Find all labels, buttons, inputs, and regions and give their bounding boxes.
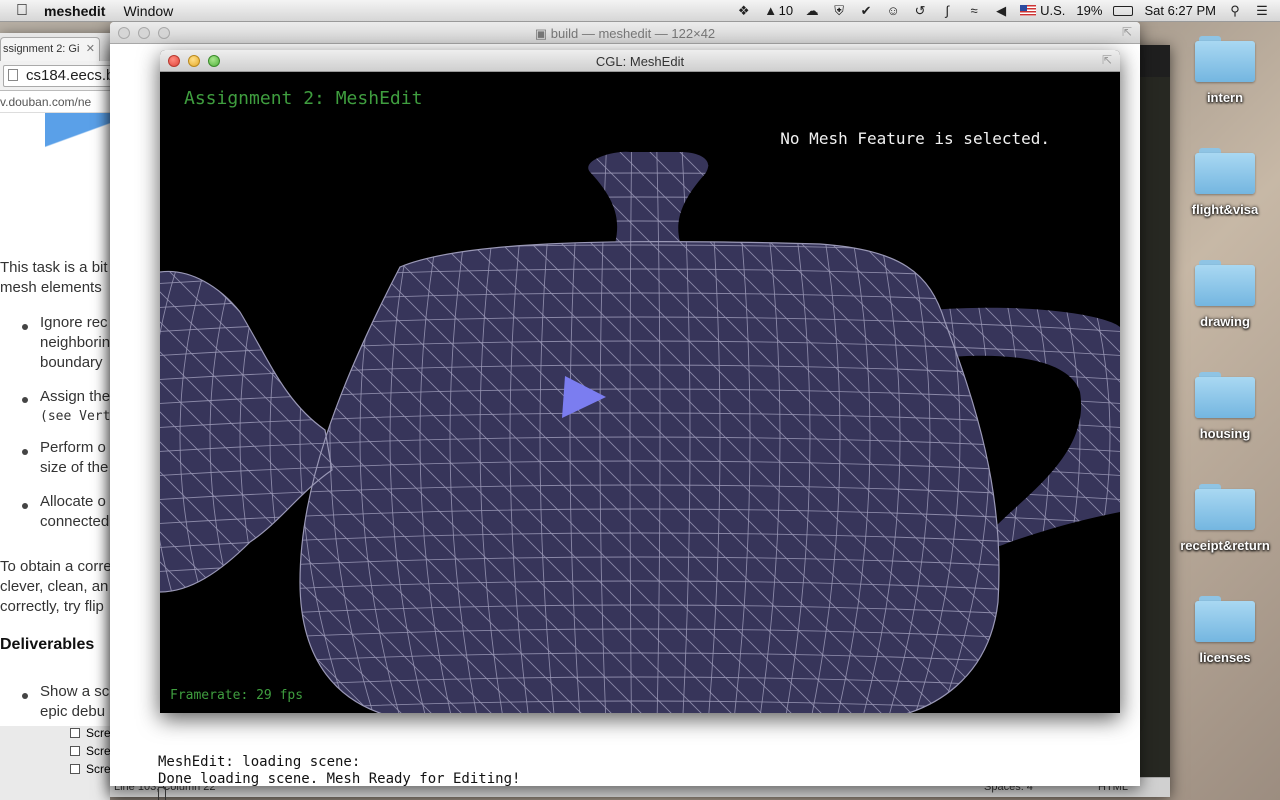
bullet-icon	[22, 324, 28, 330]
file-list: Scre Scre Scre	[0, 726, 111, 800]
meshedit-titlebar[interactable]: CGL: MeshEdit ⇱	[160, 50, 1120, 72]
file-item[interactable]: Scre	[70, 762, 111, 776]
clock[interactable]: Sat 6:27 PM	[1144, 3, 1216, 18]
teapot-mesh[interactable]	[160, 72, 1120, 713]
app-menu[interactable]: meshedit	[44, 3, 105, 19]
wifi-icon[interactable]: ≈	[966, 3, 982, 18]
battery-monitor[interactable]: ▲ 10	[763, 3, 793, 18]
close-tab-icon[interactable]: ✕	[86, 42, 95, 55]
accessibility-icon[interactable]: ☺	[885, 3, 901, 18]
mesh-viewport[interactable]: Assignment 2: MeshEdit No Mesh Feature i…	[160, 72, 1120, 713]
page-icon	[8, 69, 18, 81]
terminal-cursor	[158, 787, 166, 800]
selection-status: No Mesh Feature is selected.	[780, 129, 1050, 148]
meshedit-window: CGL: MeshEdit ⇱ Assignment 2: MeshEdit N…	[160, 50, 1120, 713]
bullet-icon	[22, 449, 28, 455]
shield-icon[interactable]: ⛨	[831, 3, 847, 18]
terminal-line: Done loading scene. Mesh Ready for Editi…	[158, 771, 521, 787]
us-flag-icon	[1020, 5, 1037, 16]
section-heading: Deliverables	[0, 636, 95, 653]
volume-icon[interactable]: ◀	[993, 3, 1009, 18]
menu-bar:  meshedit Window ❖ ▲10 ☁ ⛨ ✔ ☺ ↺ ∫ ≈ ◀ …	[0, 0, 1280, 22]
notification-center-icon[interactable]: ☰	[1254, 3, 1270, 18]
input-source[interactable]: U.S.	[1020, 3, 1065, 18]
folder-drawing[interactable]: drawing	[1170, 260, 1280, 329]
folder-intern[interactable]: intern	[1170, 36, 1280, 105]
terminal-titlebar[interactable]: ▣ build — meshedit — 122×42 ⇱	[110, 22, 1140, 44]
terminal-title: ▣ build — meshedit — 122×42	[534, 26, 716, 41]
minimize-button[interactable]	[138, 27, 150, 39]
zoom-button[interactable]	[158, 27, 170, 39]
browser-tab[interactable]: ssignment 2: Gi ✕	[0, 37, 100, 61]
cloud-icon[interactable]: ☁	[804, 3, 820, 18]
folder-icon	[1195, 260, 1255, 306]
file-icon	[70, 764, 80, 774]
folder-icon	[1195, 372, 1255, 418]
framerate-display: Framerate: 29 fps	[170, 688, 304, 703]
app-title-overlay: Assignment 2: MeshEdit	[184, 88, 423, 109]
bullet-icon	[22, 503, 28, 509]
bullet-icon	[22, 693, 28, 699]
terminal-line: MeshEdit: loading scene:	[158, 754, 361, 770]
menu-window[interactable]: Window	[123, 3, 173, 19]
file-item[interactable]: Scre	[70, 744, 111, 758]
close-button[interactable]	[118, 27, 130, 39]
status-area: ❖ ▲ 10 ☁ ⛨ ✔ ☺ ↺ ∫ ≈ ◀ U.S. 19% Sat 6:27 …	[736, 3, 1280, 18]
zoom-button[interactable]	[208, 55, 220, 67]
spotlight-search-icon[interactable]: ⚲	[1227, 3, 1243, 18]
folder-housing[interactable]: housing	[1170, 372, 1280, 441]
close-button[interactable]	[168, 55, 180, 67]
battery-monitor-icon: ▲	[764, 3, 778, 18]
fullscreen-icon[interactable]: ⇱	[1102, 53, 1112, 67]
norton-check-icon[interactable]: ✔	[858, 3, 874, 18]
bluetooth-icon[interactable]: ∫	[939, 3, 955, 18]
file-icon	[70, 728, 80, 738]
folder-flight-visa[interactable]: flight&visa	[1170, 148, 1280, 217]
minimize-button[interactable]	[188, 55, 200, 67]
battery-percent[interactable]: 19%	[1076, 3, 1102, 18]
folder-icon	[1195, 484, 1255, 530]
bookmark-link[interactable]: v.douban.com/ne	[0, 95, 91, 109]
time-machine-icon[interactable]: ↺	[912, 3, 928, 18]
folder-icon	[1195, 596, 1255, 642]
fullscreen-icon[interactable]: ⇱	[1122, 25, 1132, 39]
dropbox-icon[interactable]: ❖	[736, 3, 752, 18]
folder-receipt-return[interactable]: receipt&return	[1170, 484, 1280, 553]
terminal-folder-icon: ▣	[534, 26, 551, 41]
file-icon	[70, 746, 80, 756]
folder-licenses[interactable]: licenses	[1170, 596, 1280, 665]
file-item[interactable]: Scre	[70, 726, 111, 740]
folder-icon	[1195, 148, 1255, 194]
meshedit-title: CGL: MeshEdit	[595, 54, 685, 69]
battery-icon[interactable]	[1113, 5, 1134, 16]
folder-icon	[1195, 36, 1255, 82]
bullet-icon	[22, 397, 28, 403]
apple-menu-icon[interactable]: 	[0, 2, 44, 20]
